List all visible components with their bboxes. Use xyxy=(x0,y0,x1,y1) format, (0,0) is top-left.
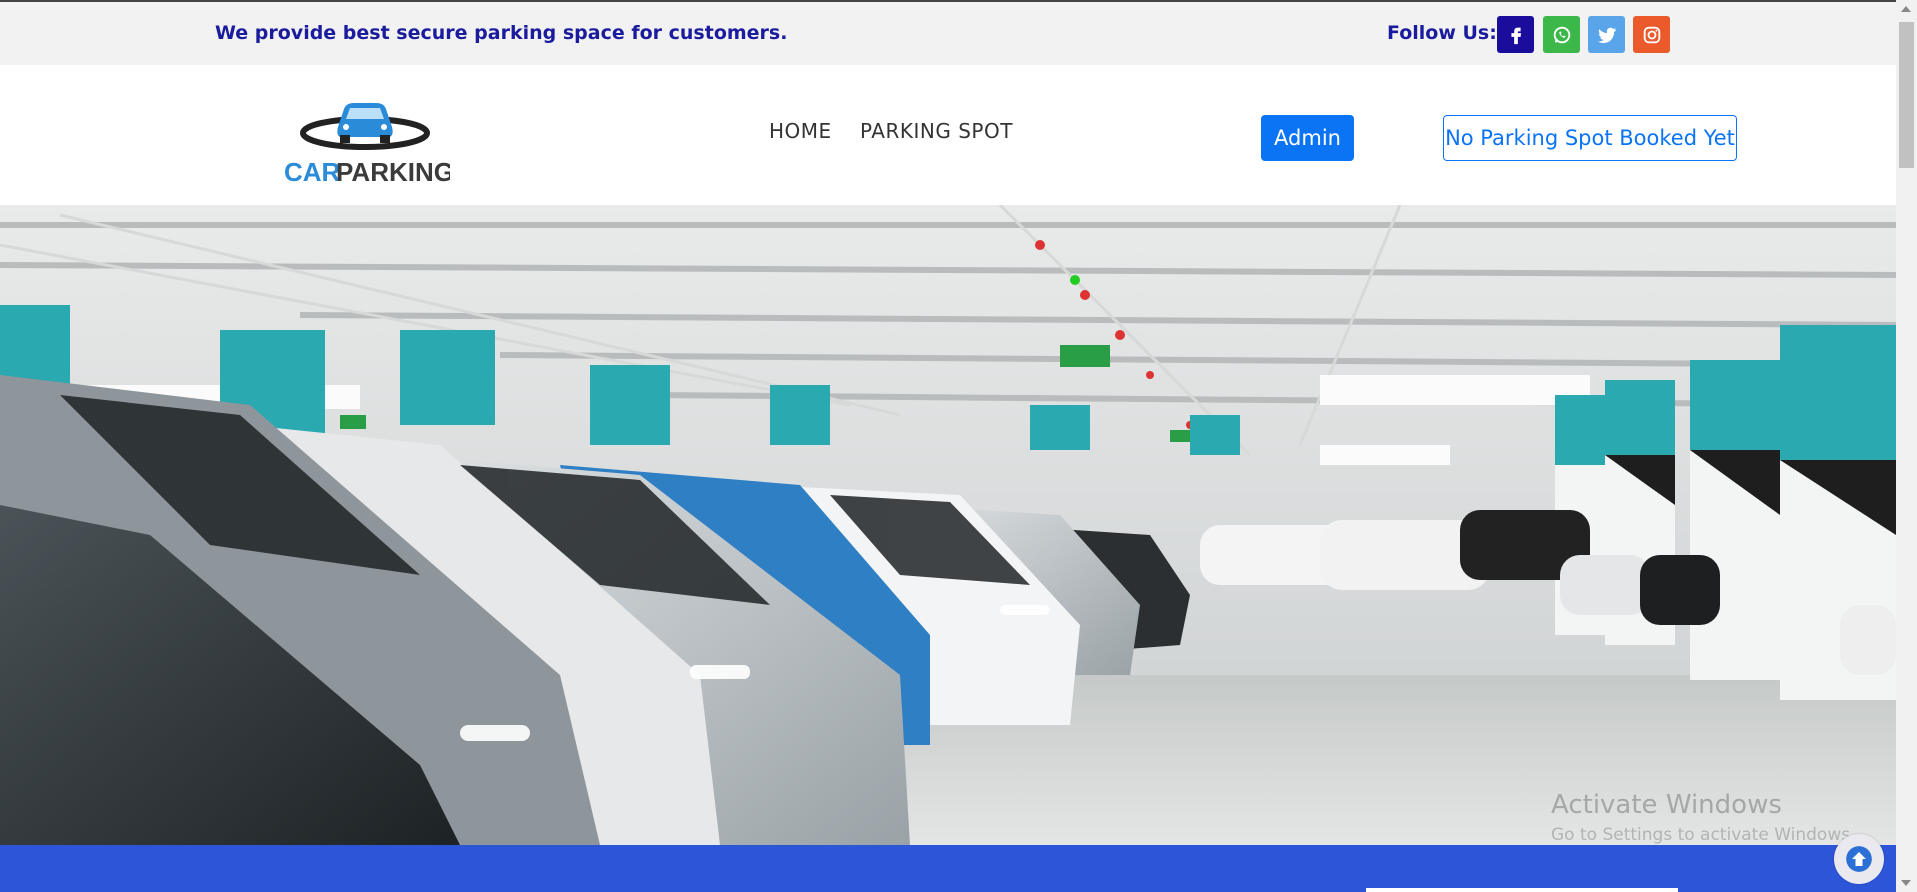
facebook-icon[interactable] xyxy=(1497,16,1534,53)
hero-parking-garage-image xyxy=(0,205,1896,845)
nav-parking-spot[interactable]: PARKING SPOT xyxy=(860,119,1013,143)
scroll-down-arrow[interactable] xyxy=(1901,880,1911,886)
nav-home[interactable]: HOME xyxy=(769,119,832,143)
twitter-icon[interactable] xyxy=(1588,16,1625,53)
logo-text-car: CAR xyxy=(284,157,341,185)
follow-us-label: Follow Us: xyxy=(1387,22,1497,44)
band-card xyxy=(1366,888,1678,892)
activate-windows-watermark: Activate Windows xyxy=(1551,790,1782,820)
instagram-icon[interactable] xyxy=(1633,16,1670,53)
scroll-to-top-button[interactable] xyxy=(1834,834,1884,884)
booking-status-button[interactable]: No Parking Spot Booked Yet xyxy=(1443,115,1737,161)
main-nav: CAR PARKING HOME PARKING SPOT Admin No P… xyxy=(0,65,1896,205)
activate-windows-subtext: Go to Settings to activate Windows. xyxy=(1551,825,1856,845)
whatsapp-icon[interactable] xyxy=(1543,16,1580,53)
scrollbar-thumb[interactable] xyxy=(1899,22,1914,168)
page-scrollbar[interactable] xyxy=(1896,0,1917,892)
section-band xyxy=(0,845,1896,892)
top-bar: We provide best secure parking space for… xyxy=(0,0,1896,65)
logo-text-parking: PARKING xyxy=(336,157,450,185)
arrow-up-icon xyxy=(1846,846,1872,872)
admin-button[interactable]: Admin xyxy=(1261,115,1354,161)
car-parking-logo[interactable]: CAR PARKING xyxy=(280,85,454,187)
scroll-up-arrow[interactable] xyxy=(1901,6,1911,12)
tagline: We provide best secure parking space for… xyxy=(215,22,788,44)
